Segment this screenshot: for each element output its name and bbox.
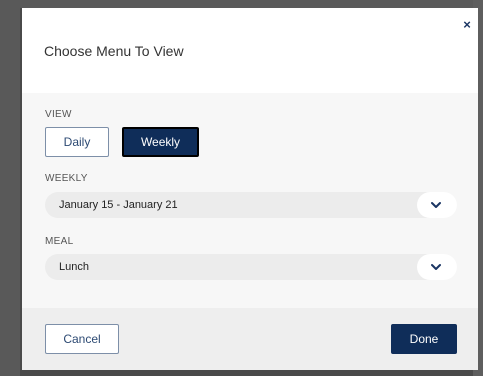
- close-icon[interactable]: ×: [460, 18, 474, 32]
- dialog-footer: Cancel Done: [22, 308, 478, 370]
- chevron-down-icon: [431, 264, 441, 270]
- meal-select[interactable]: Lunch: [45, 254, 457, 280]
- meal-label: MEAL: [45, 236, 74, 247]
- weekly-select-value: January 15 - January 21: [59, 199, 178, 211]
- dialog-title: Choose Menu To View: [44, 43, 184, 59]
- chevron-down-icon: [431, 202, 441, 208]
- weekly-dropdown-toggle[interactable]: [417, 192, 457, 218]
- dialog-header: Choose Menu To View ×: [22, 8, 478, 93]
- weekly-view-button[interactable]: Weekly: [122, 127, 199, 157]
- done-button[interactable]: Done: [391, 324, 457, 354]
- weekly-select[interactable]: January 15 - January 21: [45, 192, 457, 218]
- meal-select-value: Lunch: [59, 261, 89, 273]
- daily-view-button[interactable]: Daily: [45, 127, 109, 157]
- choose-menu-dialog: Choose Menu To View × VIEW Daily Weekly …: [22, 8, 478, 370]
- meal-dropdown-toggle[interactable]: [417, 254, 457, 280]
- backdrop-left-edge: [0, 0, 20, 376]
- dialog-body: VIEW Daily Weekly WEEKLY January 15 - Ja…: [22, 93, 478, 308]
- cancel-button[interactable]: Cancel: [45, 324, 119, 354]
- weekly-label: WEEKLY: [45, 173, 88, 184]
- view-label: VIEW: [45, 109, 72, 120]
- backdrop-top-strip: [0, 0, 483, 8]
